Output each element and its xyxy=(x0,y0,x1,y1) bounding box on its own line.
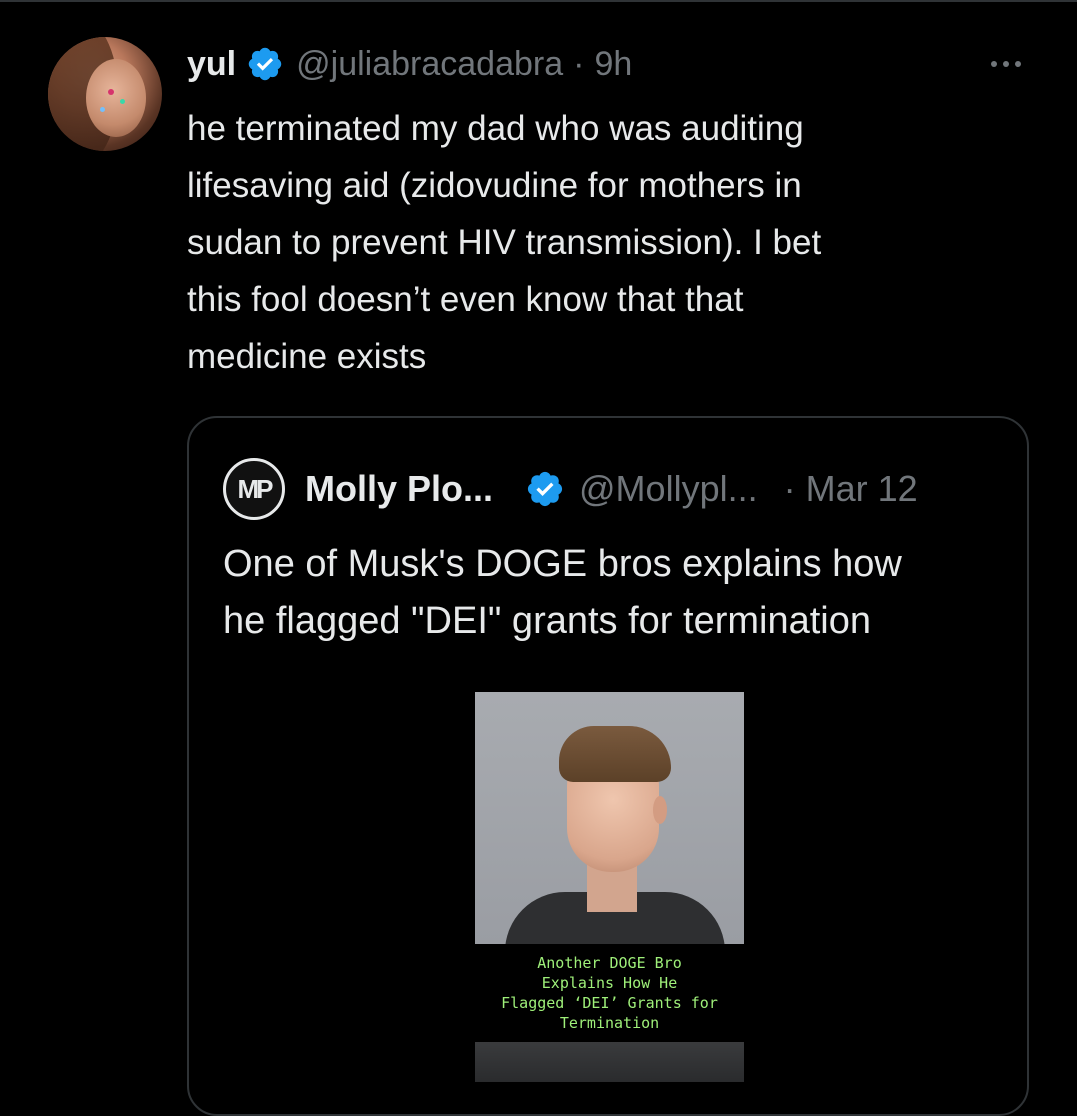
media-caption-line: Explains How He xyxy=(541,974,678,992)
tweet-header: yul @juliabracadabra · 9h xyxy=(187,38,632,90)
tweet-text-line: this fool doesn’t even know that that xyxy=(187,280,744,319)
media-photo-continued xyxy=(475,1042,744,1082)
quote-header: MP Molly Plo... @Mollypl... · Mar 12 xyxy=(223,458,918,520)
top-divider xyxy=(0,0,1077,2)
media-caption-line: Termination xyxy=(559,1014,660,1032)
quote-tweet-card[interactable]: MP Molly Plo... @Mollypl... · Mar 12 One… xyxy=(187,416,1029,1116)
media-caption-line: Another DOGE Bro xyxy=(537,954,682,972)
quote-author-handle: @Mollypl... xyxy=(579,468,758,509)
quote-text-line: One of Musk's DOGE bros explains how xyxy=(223,543,902,585)
more-horizontal-icon[interactable] xyxy=(976,50,1036,78)
author-avatar[interactable] xyxy=(48,37,162,151)
tweet-text: he terminated my dad who was auditing li… xyxy=(187,100,1027,385)
quote-media-image[interactable]: Another DOGE Bro Explains How He Flagged… xyxy=(475,692,744,1082)
tweet-text-line: lifesaving aid (zidovudine for mothers i… xyxy=(187,166,802,205)
tweet-timestamp[interactable]: 9h xyxy=(594,45,632,84)
quote-author-avatar: MP xyxy=(223,458,285,520)
verified-badge-icon xyxy=(525,469,565,509)
header-separator: · xyxy=(573,44,585,83)
quote-author-display-name: Molly Plo... xyxy=(305,468,494,509)
quote-text-line: he flagged "DEI" grants for termination xyxy=(223,600,871,642)
quote-timestamp: Mar 12 xyxy=(805,468,918,509)
author-display-name[interactable]: yul xyxy=(187,45,236,84)
verified-badge-icon xyxy=(246,45,284,83)
quote-text: One of Musk's DOGE bros explains how he … xyxy=(223,536,1003,650)
quote-header-separator: · xyxy=(783,468,796,509)
author-handle[interactable]: @juliabracadabra xyxy=(296,45,563,84)
tweet-text-line: medicine exists xyxy=(187,337,427,376)
media-caption: Another DOGE Bro Explains How He Flagged… xyxy=(475,944,744,1042)
media-photo xyxy=(475,692,744,944)
tweet-text-line: sudan to prevent HIV transmission). I be… xyxy=(187,223,822,262)
tweet-text-line: he terminated my dad who was auditing xyxy=(187,109,804,148)
media-caption-line: Flagged ‘DEI’ Grants for xyxy=(501,994,718,1012)
